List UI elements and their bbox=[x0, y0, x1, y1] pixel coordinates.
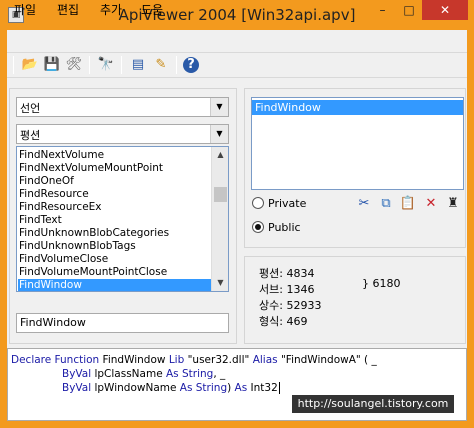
cut-icon[interactable]: ✂ bbox=[355, 195, 373, 213]
list-item[interactable]: FindResourceEx bbox=[19, 201, 102, 214]
chevron-down-icon[interactable]: ▼ bbox=[210, 125, 228, 143]
scroll-down-icon[interactable]: ▼ bbox=[212, 275, 229, 291]
clear-icon[interactable]: ♜ bbox=[444, 195, 462, 213]
list-item[interactable]: FindVolumeClose bbox=[19, 253, 108, 266]
public-radio[interactable] bbox=[252, 221, 264, 233]
tools-icon[interactable]: 🛠 bbox=[64, 55, 84, 75]
toolbar-grip bbox=[13, 56, 14, 74]
private-radio[interactable] bbox=[252, 197, 264, 209]
menu-help[interactable]: 도움 bbox=[141, 2, 163, 18]
selected-list-item[interactable]: FindWindow bbox=[252, 100, 463, 115]
declaration-combo[interactable]: 선언 ▼ bbox=[16, 97, 229, 117]
stat-types: 형식: 469 bbox=[259, 315, 308, 328]
menu-edit[interactable]: 편집 bbox=[57, 2, 79, 18]
list-item-selected[interactable]: FindWindow bbox=[18, 279, 214, 291]
category-combo-value: 평션 bbox=[20, 129, 41, 142]
api-list[interactable]: FindNextVolume FindNextVolumeMountPoint … bbox=[16, 146, 229, 292]
list-item[interactable]: FindUnknownBlobCategories bbox=[19, 227, 169, 240]
save-icon[interactable]: 💾 bbox=[42, 55, 62, 75]
list-item[interactable]: FindResource bbox=[19, 188, 89, 201]
menu-add[interactable]: 추가 bbox=[100, 2, 122, 18]
category-combo[interactable]: 평션 ▼ bbox=[16, 124, 229, 144]
list-item[interactable]: FindVolumeMountPointClose bbox=[19, 266, 167, 279]
stat-functions: 평션: 4834 bbox=[259, 267, 315, 280]
private-radio-label[interactable]: Private bbox=[268, 197, 306, 211]
public-radio-label[interactable]: Public bbox=[268, 221, 301, 235]
search-input[interactable]: FindWindow bbox=[16, 313, 229, 333]
find-icon[interactable]: 🔭 bbox=[96, 55, 116, 75]
list-item[interactable]: FindUnknownBlobTags bbox=[19, 240, 136, 253]
list-item[interactable]: FindOneOf bbox=[19, 175, 74, 188]
code-line-2: ByVal lpClassName As String, _ bbox=[62, 368, 226, 380]
stat-total: } 6180 bbox=[362, 277, 401, 290]
chevron-down-icon[interactable]: ▼ bbox=[210, 98, 228, 116]
list-item[interactable]: FindNextVolumeMountPoint bbox=[19, 162, 163, 175]
stat-constants: 상수: 52933 bbox=[259, 299, 322, 312]
toolbar-separator bbox=[176, 56, 177, 74]
delete-icon[interactable]: ✕ bbox=[422, 195, 440, 213]
text-cursor bbox=[278, 382, 280, 394]
maximize-button[interactable]: □ bbox=[396, 0, 422, 20]
open-folder-icon[interactable]: 📂 bbox=[20, 55, 40, 75]
list-icon[interactable]: ▤ bbox=[128, 55, 148, 75]
watermark: http://soulangel.tistory.com bbox=[292, 395, 454, 413]
menu-bar bbox=[7, 31, 467, 51]
minimize-button[interactable]: – bbox=[369, 0, 396, 20]
code-line-1: Declare Function FindWindow Lib "user32.… bbox=[11, 354, 377, 366]
toolbar-separator bbox=[89, 56, 90, 74]
notes-icon[interactable]: ✎ bbox=[151, 55, 171, 75]
paste-icon[interactable]: 📋 bbox=[399, 195, 417, 213]
close-button[interactable]: ✕ bbox=[422, 0, 468, 20]
toolbar-separator bbox=[121, 56, 122, 74]
declaration-combo-value: 선언 bbox=[20, 102, 41, 115]
scroll-up-icon[interactable]: ▲ bbox=[212, 147, 229, 163]
help-icon[interactable]: ? bbox=[183, 57, 199, 73]
scroll-thumb[interactable] bbox=[214, 187, 227, 202]
copy-icon[interactable]: ⧉ bbox=[377, 195, 395, 213]
list-scrollbar[interactable]: ▲ ▼ bbox=[211, 147, 228, 291]
list-item[interactable]: FindNextVolume bbox=[19, 149, 104, 162]
code-line-3: ByVal lpWindowName As String) As Int32 bbox=[62, 382, 280, 394]
menu-file[interactable]: 파일 bbox=[14, 2, 36, 18]
stat-subs: 서브: 1346 bbox=[259, 283, 315, 296]
list-item[interactable]: FindText bbox=[19, 214, 62, 227]
